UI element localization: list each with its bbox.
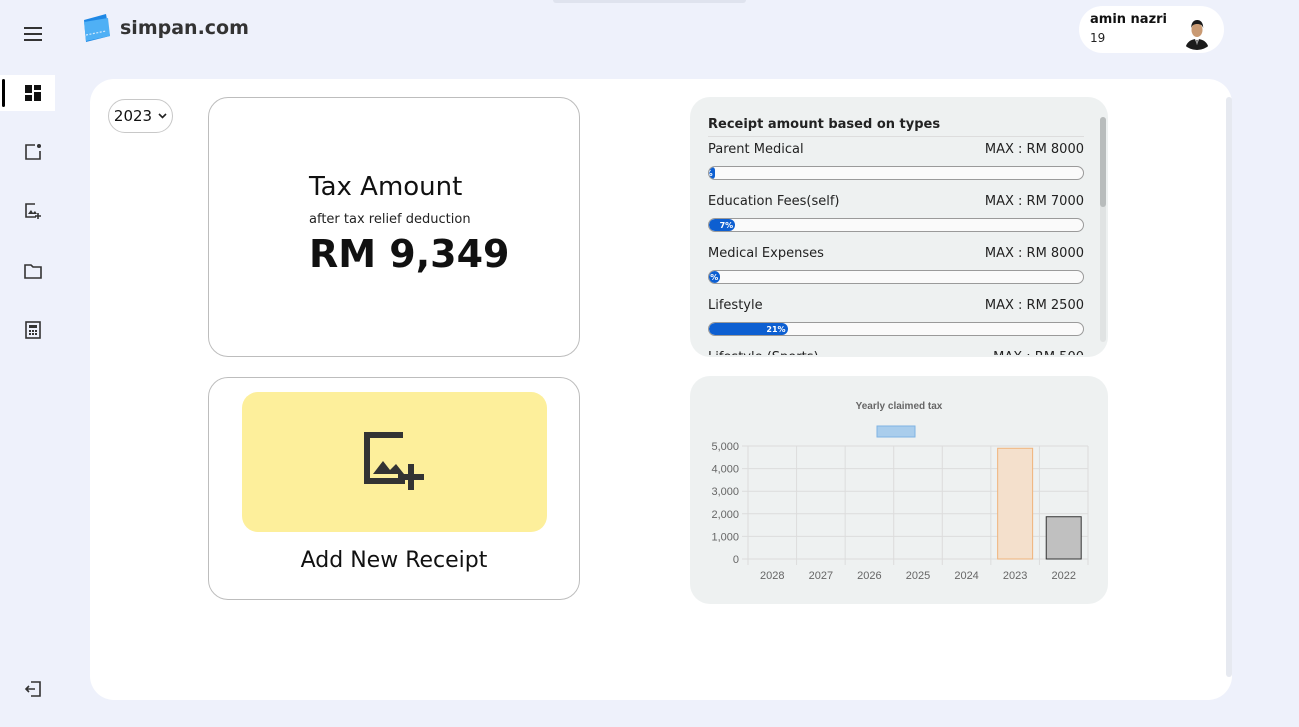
chart-x-tick-label: 2028 (760, 570, 784, 582)
receipt-type-progress: % (708, 270, 1084, 284)
chart-x-tick-label: 2024 (954, 570, 978, 582)
receipt-icon (25, 144, 41, 160)
receipt-type-name: Lifestyle (Sports) (708, 350, 819, 355)
add-photo-icon (363, 432, 424, 490)
add-receipt-label: Add New Receipt (300, 548, 488, 573)
chart-x-tick-label: 2022 (1051, 570, 1075, 582)
receipt-type-max: MAX : RM 500 (993, 350, 1084, 355)
dashboard-icon (25, 85, 41, 101)
receipt-type-item: Lifestyle MAX : RM 2500 21% (708, 293, 1084, 345)
chart-y-tick-label: 2,000 (711, 509, 739, 521)
chart-bar (997, 447, 1034, 560)
receipt-type-name: Medical Expenses (708, 246, 824, 261)
logo-text: simpan.com (120, 17, 249, 39)
chart-legend-swatch (876, 425, 916, 438)
receipt-type-max: MAX : RM 8000 (984, 142, 1084, 157)
receipt-type-progress-fill: % (709, 271, 721, 283)
chart-x-tick-label: 2027 (809, 570, 833, 582)
main-scrollbar[interactable] (1226, 97, 1232, 677)
active-indicator (2, 79, 5, 107)
chart-y-tick-label: 4,000 (711, 464, 739, 476)
tax-amount-card: Tax Amount after tax relief deduction RM… (208, 97, 580, 357)
receipt-types-scrollbar[interactable] (1100, 117, 1106, 342)
sidebar-item-add-image[interactable] (18, 196, 48, 226)
receipt-type-max: MAX : RM 2500 (984, 298, 1084, 313)
chart-y-tick-label: 5,000 (711, 441, 739, 453)
folder-icon (24, 264, 42, 279)
sidebar-item-calculator[interactable] (18, 315, 48, 345)
add-receipt-button[interactable] (242, 392, 547, 532)
menu-button[interactable] (18, 19, 48, 49)
receipt-type-name: Parent Medical (708, 142, 804, 157)
chart-x-tick-label: 2023 (1003, 570, 1027, 582)
receipt-type-name: Education Fees(self) (708, 194, 840, 209)
chart-y-tick-label: 1,000 (711, 531, 739, 543)
receipt-type-progress: % (708, 166, 1084, 180)
receipt-types-card: Receipt amount based on types Parent Med… (690, 97, 1108, 357)
add-receipt-card: Add New Receipt (208, 377, 580, 600)
sidebar-item-receipts[interactable] (18, 137, 48, 167)
receipt-type-progress-fill: 21% (709, 323, 788, 335)
top-tab-hint (553, 0, 746, 3)
tax-subtitle: after tax relief deduction (309, 212, 471, 227)
receipt-type-item: Parent Medical MAX : RM 8000% (708, 137, 1084, 189)
wallet-logo-icon (84, 14, 110, 42)
chart-title: Yearly claimed tax (856, 401, 943, 412)
add-image-icon (25, 203, 41, 219)
user-name: amin nazri (1090, 12, 1168, 27)
yearly-tax-chart-card: Yearly claimed tax 0 1,000 2,000 3,000 4,000 5… (690, 376, 1108, 604)
user-profile[interactable]: amin nazri 19 (1079, 6, 1224, 53)
receipt-type-max: MAX : RM 8000 (984, 246, 1084, 261)
receipt-type-progress-fill: 7% (709, 219, 736, 231)
receipt-type-item: Lifestyle (Sports) MAX : RM 500 (708, 345, 1084, 355)
logout-button[interactable] (18, 674, 48, 704)
logout-icon (24, 681, 41, 697)
receipt-type-progress: 21% (708, 322, 1084, 336)
year-select-value: 2023 (113, 107, 153, 125)
scroll-thumb[interactable] (1100, 117, 1106, 207)
receipt-type-progress-fill: % (709, 167, 715, 179)
receipt-types-title: Receipt amount based on types (708, 117, 1084, 137)
chart-x-tick-label: 2025 (906, 570, 930, 582)
sidebar-item-dashboard[interactable] (0, 75, 55, 111)
receipt-type-progress: 7% (708, 218, 1084, 232)
receipt-type-name: Lifestyle (708, 298, 763, 313)
receipt-type-max: MAX : RM 7000 (984, 194, 1084, 209)
receipt-types-list[interactable]: Receipt amount based on types Parent Med… (708, 117, 1084, 355)
menu-icon (24, 27, 42, 41)
chart-bar (1045, 516, 1082, 560)
main-panel: 2023 Tax Amount after tax relief deducti… (90, 79, 1232, 700)
chart-x-tick-label: 2026 (857, 570, 881, 582)
logo[interactable]: simpan.com (82, 12, 249, 44)
yearly-tax-chart: Yearly claimed tax 0 1,000 2,000 3,000 4,000 5… (711, 401, 1089, 582)
year-select[interactable]: 2023 (108, 99, 173, 133)
receipt-type-item: Education Fees(self) MAX : RM 7000 7% (708, 189, 1084, 241)
avatar (1179, 14, 1215, 50)
calculator-icon (25, 321, 41, 339)
receipt-type-item: Medical Expenses MAX : RM 8000% (708, 241, 1084, 293)
tax-title: Tax Amount (309, 172, 463, 202)
tax-amount-value: RM 9,349 (309, 232, 510, 276)
chevron-down-icon (158, 113, 167, 119)
user-age: 19 (1090, 31, 1106, 45)
chart-y-tick-label: 3,000 (711, 486, 739, 498)
sidebar (0, 0, 66, 727)
chart-y-tick-label: 0 (733, 554, 739, 566)
sidebar-item-folders[interactable] (18, 256, 48, 286)
